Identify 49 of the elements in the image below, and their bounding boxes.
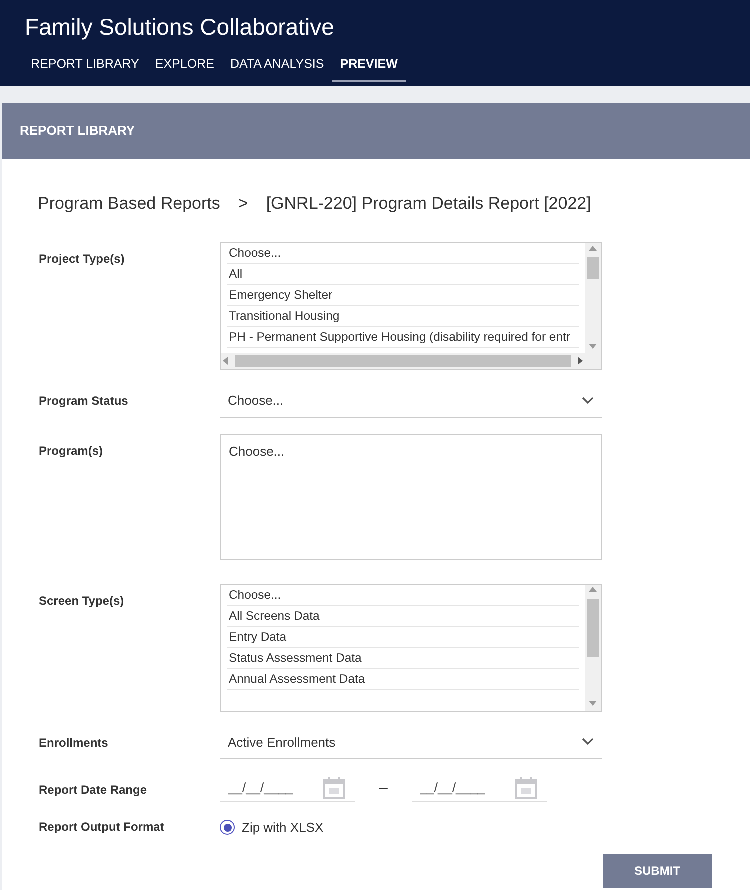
scrollbar-thumb[interactable]: [235, 355, 571, 367]
list-option[interactable]: Choose...: [227, 243, 579, 264]
scroll-down-icon[interactable]: [589, 701, 597, 706]
chevron-down-icon: [582, 738, 594, 746]
scrollbar-thumb[interactable]: [587, 598, 599, 656]
calendar-icon[interactable]: [323, 777, 345, 799]
submit-button[interactable]: SUBMIT: [603, 854, 712, 888]
field-label: Screen Type(s): [39, 592, 126, 610]
scroll-up-icon[interactable]: [589, 246, 597, 251]
field-label: Report Date Range: [39, 782, 148, 799]
list-option[interactable]: Emergency Shelter: [227, 285, 579, 306]
list-option[interactable]: PH - Permanent Supportive Housing (disability required for entr: [227, 327, 579, 348]
scroll-left-icon[interactable]: [221, 357, 231, 365]
field-label: Program(s): [39, 442, 104, 460]
calendar-icon[interactable]: [514, 777, 537, 799]
vertical-scrollbar[interactable]: [585, 584, 601, 710]
panel-title: REPORT LIBRARY: [2, 103, 750, 158]
list-box[interactable]: Choose... All Screens Data Entry Data Status Assessment Data Annual Assessment Data: [220, 584, 602, 712]
nav-tab[interactable]: PREVIEW: [332, 52, 406, 82]
list-option[interactable]: All Screens Data: [227, 606, 579, 626]
list-option[interactable]: Status Assessment Data: [227, 648, 579, 668]
list-option[interactable]: Entry Data: [227, 626, 579, 648]
list-option[interactable]: All: [227, 264, 579, 285]
scroll-down-icon[interactable]: [589, 344, 597, 349]
breadcrumb-current: [GNRL-220] Program Details Report [2022]: [266, 192, 592, 214]
chevron-down-icon: [582, 396, 594, 405]
radio-option[interactable]: Zip with XLSX: [220, 818, 324, 838]
vertical-scrollbar[interactable]: [585, 243, 601, 353]
field-label: Report Output Format: [39, 819, 166, 836]
breadcrumb-separator: >: [238, 192, 248, 214]
field-label: Program Status: [39, 393, 130, 410]
horizontal-scrollbar[interactable]: [221, 353, 601, 369]
list-option[interactable]: Transitional Housing: [227, 306, 579, 327]
app-title: Family Solutions Collaborative: [25, 13, 336, 42]
nav-tab[interactable]: DATA ANALYSIS: [222, 52, 332, 82]
list-option[interactable]: Choose...: [227, 584, 579, 606]
nav-tab[interactable]: REPORT LIBRARY: [23, 52, 148, 82]
list-option[interactable]: Annual Assessment Data: [227, 668, 579, 690]
text-area[interactable]: Choose...: [220, 434, 602, 560]
scroll-right-icon[interactable]: [575, 357, 585, 365]
radio-icon[interactable]: [220, 820, 235, 836]
field-label: Enrollments: [39, 734, 110, 752]
nav-tab[interactable]: EXPLORE: [147, 52, 222, 82]
scroll-up-icon[interactable]: [589, 587, 597, 592]
range-separator: –: [379, 778, 388, 798]
scrollbar-thumb[interactable]: [587, 257, 599, 279]
breadcrumb-link[interactable]: Program Based Reports: [38, 190, 220, 216]
list-box[interactable]: Choose... All Emergency Shelter Transitional Housing PH - Permanent Supportive Housing (disability required for entr: [220, 242, 602, 370]
field-label: Project Type(s): [39, 251, 126, 268]
